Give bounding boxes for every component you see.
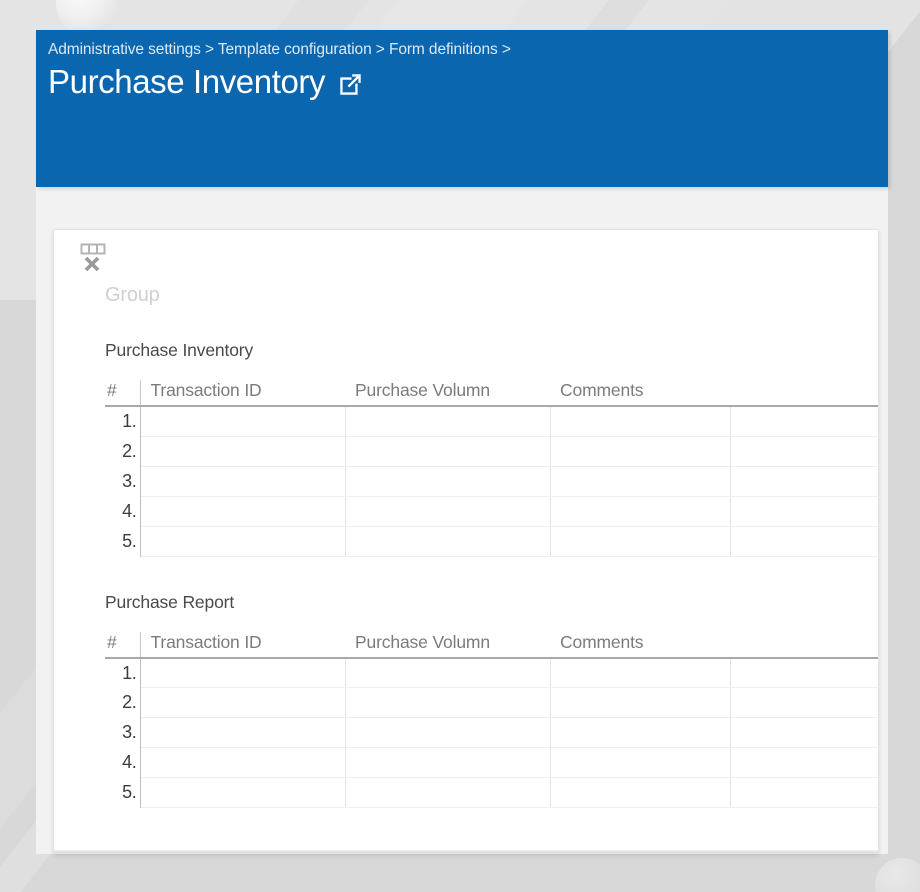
column-header-extra: [730, 380, 878, 407]
cell-comments[interactable]: [550, 657, 731, 688]
cell-comments[interactable]: [550, 687, 731, 718]
table-row: 5.: [105, 777, 878, 808]
row-number: 3.: [105, 466, 141, 496]
cell-purchase-volumn[interactable]: [345, 436, 551, 467]
table-row: 2.: [105, 436, 878, 467]
cell-extra[interactable]: [730, 777, 878, 808]
cell-extra[interactable]: [730, 406, 878, 437]
column-header-transaction-id: Transaction ID: [140, 631, 345, 659]
form-card: Group Purchase Inventory # Transaction I…: [53, 229, 879, 854]
cell-extra[interactable]: [730, 687, 878, 718]
cell-purchase-volumn[interactable]: [345, 496, 551, 527]
row-number: 3.: [105, 717, 141, 748]
cell-purchase-volumn[interactable]: [345, 747, 551, 778]
form-card-wrapper: Group Purchase Inventory # Transaction I…: [36, 229, 888, 854]
cell-purchase-volumn[interactable]: [345, 717, 551, 748]
cell-purchase-volumn[interactable]: [345, 526, 551, 557]
column-header-number: #: [105, 631, 141, 659]
cell-comments[interactable]: [550, 717, 731, 748]
page-header: Administrative settings > Template confi…: [36, 30, 888, 187]
table-row: 1.: [105, 657, 878, 688]
cell-purchase-volumn[interactable]: [345, 406, 551, 437]
cell-extra[interactable]: [730, 526, 878, 557]
group-label: Group: [105, 284, 160, 306]
table-title: Purchase Report: [105, 591, 235, 612]
table-block-purchase-inventory: Purchase Inventory # Transaction ID Purc…: [105, 339, 878, 557]
cell-extra[interactable]: [730, 436, 878, 467]
cell-comments[interactable]: [550, 496, 731, 527]
header-spacer-strip: [36, 187, 888, 229]
cell-comments[interactable]: [550, 436, 731, 467]
application-window: Administrative settings > Template confi…: [36, 30, 888, 854]
form-body: Group Purchase Inventory # Transaction I…: [54, 272, 878, 808]
column-header-comments: Comments: [550, 631, 730, 659]
row-number: 5.: [105, 777, 141, 808]
cell-transaction-id[interactable]: [140, 777, 346, 808]
cell-extra[interactable]: [730, 747, 878, 778]
row-number: 4.: [105, 747, 141, 778]
table-header-row: # Transaction ID Purchase Volumn Comment…: [105, 631, 878, 659]
cell-transaction-id[interactable]: [140, 406, 346, 437]
row-number: 5.: [105, 526, 141, 556]
title-row: Purchase Inventory: [48, 61, 888, 102]
cell-comments[interactable]: [550, 526, 731, 557]
table-row: 3.: [105, 466, 878, 497]
table-row: 2.: [105, 687, 878, 718]
cell-transaction-id[interactable]: [140, 436, 346, 467]
background-bubble-bottom: [875, 858, 920, 892]
delete-table-icon[interactable]: [78, 242, 112, 272]
row-number: 1.: [105, 406, 141, 436]
cell-purchase-volumn[interactable]: [345, 657, 551, 688]
open-in-new-window-icon[interactable]: [338, 72, 363, 97]
table-title: Purchase Inventory: [105, 340, 254, 360]
row-number: 1.: [105, 657, 141, 688]
cell-extra[interactable]: [730, 466, 878, 497]
cell-transaction-id[interactable]: [140, 747, 346, 778]
cell-comments[interactable]: [550, 466, 731, 497]
table-block-purchase-report: Purchase Report # Transaction ID Purchas…: [105, 591, 878, 808]
column-header-purchase-volumn: Purchase Volumn: [345, 631, 550, 659]
table-row: 3.: [105, 717, 878, 748]
table-row: 4.: [105, 747, 878, 778]
cell-extra[interactable]: [730, 657, 878, 688]
cell-transaction-id[interactable]: [140, 717, 346, 748]
breadcrumb[interactable]: Administrative settings > Template confi…: [48, 40, 888, 59]
column-header-comments: Comments: [550, 380, 730, 407]
cell-transaction-id[interactable]: [140, 496, 346, 527]
column-header-transaction-id: Transaction ID: [140, 380, 345, 407]
cell-comments[interactable]: [550, 747, 731, 778]
column-header-purchase-volumn: Purchase Volumn: [345, 380, 550, 407]
cell-transaction-id[interactable]: [140, 466, 346, 497]
cell-comments[interactable]: [550, 406, 731, 437]
cell-transaction-id[interactable]: [140, 687, 346, 718]
cell-transaction-id[interactable]: [140, 526, 346, 557]
table-purchase-report: # Transaction ID Purchase Volumn Comment…: [105, 631, 878, 808]
table-header-row: # Transaction ID Purchase Volumn Comment…: [105, 380, 878, 407]
table-row: 4.: [105, 496, 878, 527]
cell-comments[interactable]: [550, 777, 731, 808]
column-header-number: #: [105, 380, 141, 407]
cell-purchase-volumn[interactable]: [345, 777, 551, 808]
table-row: 5.: [105, 526, 878, 557]
cell-purchase-volumn[interactable]: [345, 466, 551, 497]
cell-purchase-volumn[interactable]: [345, 687, 551, 718]
table-purchase-inventory: # Transaction ID Purchase Volumn Comment…: [105, 380, 878, 557]
row-number: 2.: [105, 436, 141, 466]
cell-transaction-id[interactable]: [140, 657, 346, 688]
page-title: Purchase Inventory: [48, 63, 326, 100]
cell-extra[interactable]: [730, 717, 878, 748]
table-row: 1.: [105, 406, 878, 437]
column-header-extra: [730, 631, 878, 659]
cell-extra[interactable]: [730, 496, 878, 527]
row-number: 2.: [105, 687, 141, 718]
row-number: 4.: [105, 496, 141, 526]
